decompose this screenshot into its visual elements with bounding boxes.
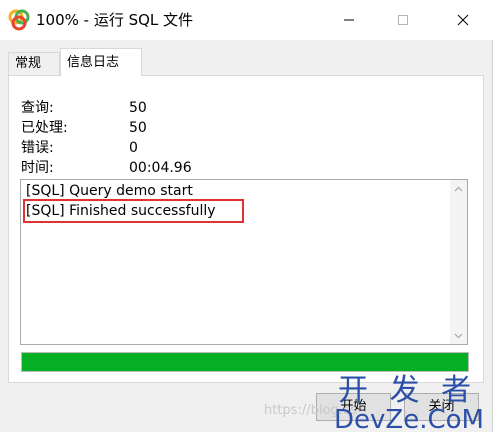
maximize-button[interactable] [380,0,426,40]
stat-label: 时间: [21,160,54,176]
stat-value: 00:04.96 [129,160,192,176]
run-sql-file-dialog: 100% - 运行 SQL 文件 常规 信息日志 查询: 50 已处理: 50 … [0,0,493,432]
log-scrollbar[interactable] [450,180,467,344]
log-line: [SQL] Query demo start [26,183,193,199]
stat-row-time: 时间: 00:04.96 [21,158,221,178]
close-button[interactable]: 关闭 [404,393,479,421]
tab-general[interactable]: 常规 [8,52,60,76]
close-icon [457,14,469,26]
chevron-up-icon [454,181,463,196]
stat-label: 已处理: [21,120,68,136]
title-bar[interactable]: 100% - 运行 SQL 文件 [0,0,493,40]
info-log-panel: 查询: 50 已处理: 50 错误: 0 时间: 00:04.96 [SQL] … [8,75,484,383]
minimize-icon [343,14,355,26]
highlight-box [23,199,244,223]
scroll-down-button[interactable] [450,327,467,344]
scroll-up-button[interactable] [450,180,467,197]
start-button[interactable]: 开始 [316,393,391,421]
chevron-down-icon [454,328,463,343]
stat-row-processed: 已处理: 50 [21,118,221,138]
navicat-app-icon [8,9,30,31]
stat-row-errors: 错误: 0 [21,138,221,158]
stat-value: 50 [129,120,147,136]
progress-fill [22,353,468,371]
tab-info-log[interactable]: 信息日志 [60,48,142,76]
maximize-icon [397,14,409,26]
close-window-button[interactable] [440,0,486,40]
stat-label: 错误: [21,140,54,156]
minimize-button[interactable] [326,0,372,40]
window-title: 100% - 运行 SQL 文件 [36,11,194,29]
stat-row-queries: 查询: 50 [21,98,221,118]
stat-value: 0 [129,140,138,156]
stat-label: 查询: [21,100,54,116]
log-textarea[interactable]: [SQL] Query demo start [SQL] Finished su… [20,179,468,345]
stat-value: 50 [129,100,147,116]
progress-bar [21,352,469,372]
